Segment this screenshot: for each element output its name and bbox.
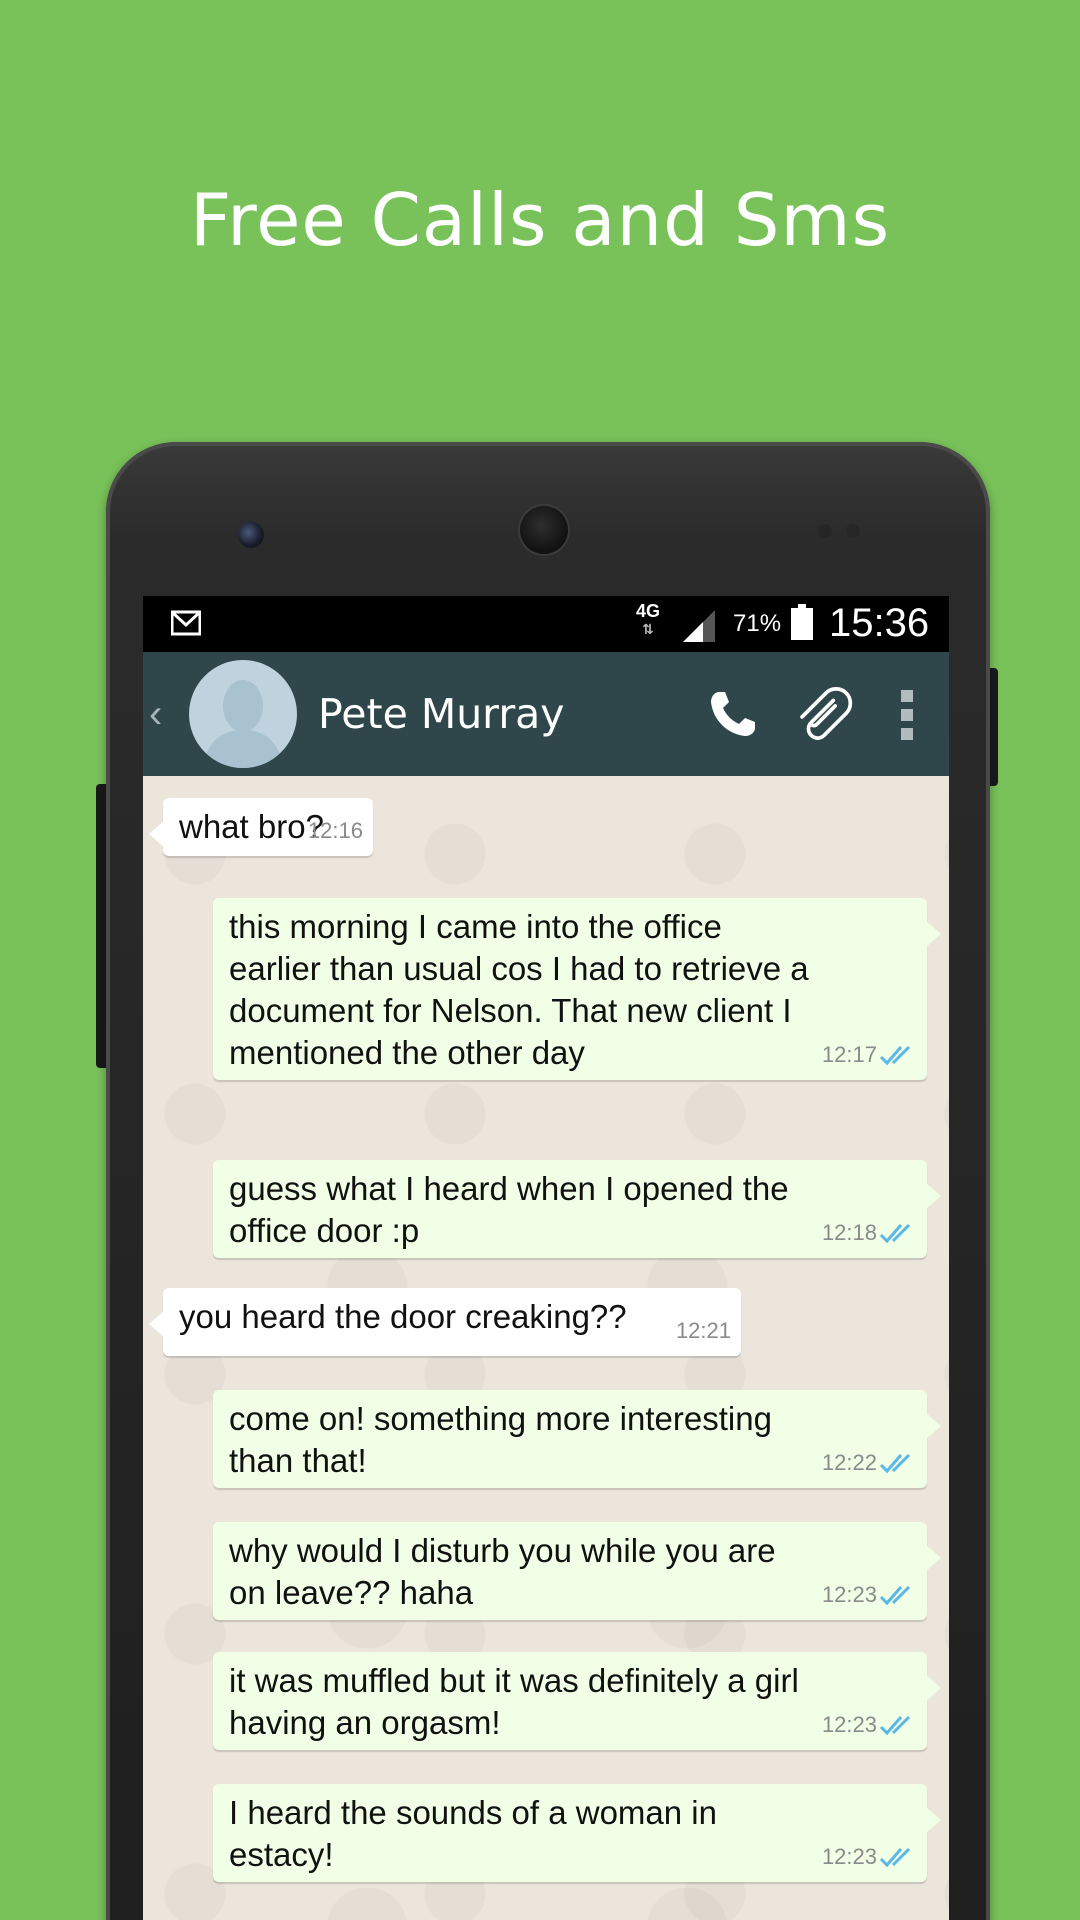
message-time: 12:16: [307, 818, 363, 843]
bubble-tail: [925, 1182, 941, 1210]
message-time: 12:17: [821, 1042, 877, 1067]
message-text: guess what I heard when I opened the off…: [229, 1170, 789, 1249]
network-indicator: 4G ⇅: [636, 602, 660, 638]
message-meta: 12:23: [822, 1704, 919, 1746]
battery-icon: [791, 604, 813, 640]
bubble-tail: [925, 920, 941, 948]
message-meta: 12:22: [822, 1442, 919, 1484]
message-bubble-outgoing: I heard the sounds of a woman in estacy!…: [213, 1784, 941, 1882]
proximity-sensor: [818, 524, 832, 538]
double-check-read-icon: [879, 1585, 911, 1606]
message-bubble-outgoing: come on! something more interesting than…: [213, 1390, 941, 1488]
message-text: you heard the door creaking??: [179, 1298, 627, 1335]
message-text: why would I disturb you while you are on…: [229, 1532, 776, 1611]
double-check-read-icon: [879, 1847, 911, 1868]
message-list[interactable]: what bro? 12:16 this morning I came into…: [143, 776, 949, 1920]
overflow-menu-icon[interactable]: [901, 690, 915, 740]
battery-percentage: 71%: [733, 610, 782, 637]
double-check-read-icon: [879, 1223, 911, 1244]
message-meta: 12:21: [676, 1310, 731, 1352]
message-time: 12:23: [821, 1712, 877, 1737]
signal-strength-icon: [683, 610, 715, 642]
message-meta: 12:18: [822, 1212, 919, 1254]
message-text: this morning I came into the office earl…: [229, 908, 809, 1071]
chat-app-bar: ‹ Pete Murray: [143, 652, 949, 776]
message-text: I heard the sounds of a woman in estacy!: [229, 1794, 717, 1873]
message-meta: 12:23: [822, 1574, 919, 1616]
message-text: it was muffled but it was definitely a g…: [229, 1662, 799, 1741]
double-check-read-icon: [879, 1453, 911, 1474]
clock: 15:36: [829, 601, 930, 645]
earpiece-speaker: [520, 506, 568, 554]
data-arrows-icon: ⇅: [642, 621, 654, 637]
network-type: 4G: [636, 601, 661, 621]
contact-name[interactable]: Pete Murray: [318, 690, 565, 738]
message-time: 12:22: [821, 1450, 877, 1475]
message-time: 12:18: [821, 1220, 877, 1245]
bubble-tail: [925, 1674, 941, 1702]
front-camera: [238, 522, 264, 548]
phone-call-icon[interactable]: [705, 686, 761, 742]
message-time: 12:23: [821, 1844, 877, 1869]
message-time: 12:21: [675, 1318, 731, 1343]
message-text: come on! something more interesting than…: [229, 1400, 772, 1479]
message-time: 12:23: [821, 1582, 877, 1607]
default-person-icon: [203, 680, 283, 768]
message-bubble-outgoing: this morning I came into the office earl…: [213, 898, 941, 1080]
light-sensor: [846, 524, 860, 538]
message-meta: 12:17: [822, 1034, 919, 1076]
double-check-read-icon: [879, 1045, 911, 1066]
contact-avatar[interactable]: [189, 660, 297, 768]
phone-screen: 4G ⇅ 71% 15:36 ‹ Pete Murray what bro? 1…: [143, 596, 949, 1920]
message-bubble-outgoing: why would I disturb you while you are on…: [213, 1522, 941, 1620]
bubble-tail: [925, 1544, 941, 1572]
bubble-tail: [925, 1412, 941, 1440]
headline: Free Calls and Sms: [189, 178, 891, 262]
message-bubble-incoming: what bro? 12:16: [149, 798, 373, 856]
message-bubble-outgoing: it was muffled but it was definitely a g…: [213, 1652, 941, 1750]
message-meta: 12:16: [308, 810, 363, 852]
bubble-tail: [925, 1806, 941, 1834]
status-bar: 4G ⇅ 71% 15:36: [143, 596, 949, 652]
paperclip-icon[interactable]: [791, 682, 855, 746]
gmail-icon: [171, 610, 201, 636]
bubble-tail: [149, 1310, 165, 1338]
double-check-read-icon: [879, 1715, 911, 1736]
message-meta: 12:23: [822, 1836, 919, 1878]
message-bubble-incoming: you heard the door creaking?? 12:21: [149, 1288, 741, 1356]
bubble-tail: [149, 820, 165, 848]
message-bubble-outgoing: guess what I heard when I opened the off…: [213, 1160, 941, 1258]
back-arrow-icon[interactable]: ‹: [149, 692, 162, 737]
